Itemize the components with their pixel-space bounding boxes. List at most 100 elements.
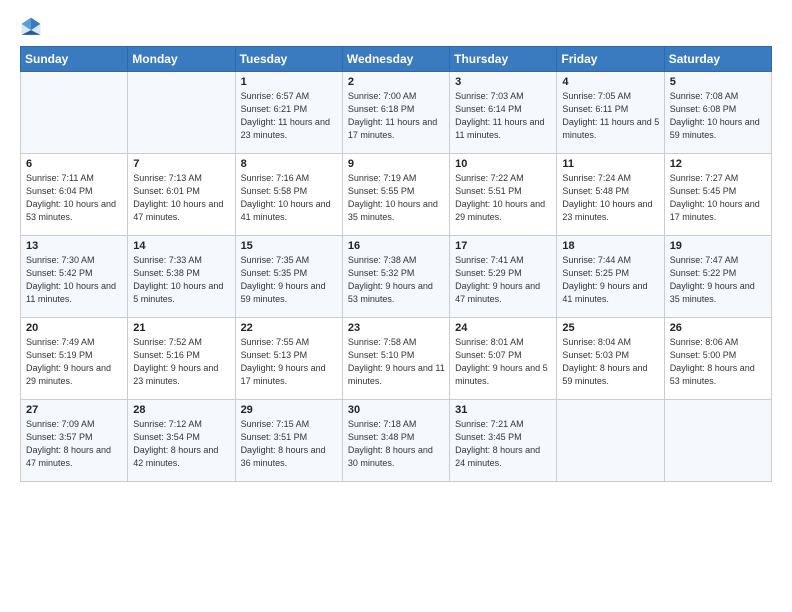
day-info: Sunrise: 7:11 AMSunset: 6:04 PMDaylight:… (26, 172, 123, 224)
day-info: Sunrise: 7:03 AMSunset: 6:14 PMDaylight:… (455, 90, 552, 142)
calendar-cell: 26Sunrise: 8:06 AMSunset: 5:00 PMDayligh… (664, 318, 771, 400)
day-number: 20 (26, 322, 123, 334)
calendar-header: SundayMondayTuesdayWednesdayThursdayFrid… (21, 47, 772, 72)
day-info: Sunrise: 7:13 AMSunset: 6:01 PMDaylight:… (133, 172, 230, 224)
calendar-cell: 25 Sunrise: 8:04 AMSunset: 5:03 PMDayligh… (557, 318, 664, 400)
day-number: 8 (241, 158, 338, 170)
calendar-cell: 24 Sunrise: 8:01 AMSunset: 5:07 PMDayligh… (450, 318, 557, 400)
day-info: Sunrise: 7:09 AMSunset: 3:57 PMDaylight:… (26, 418, 123, 470)
day-number: 25 (562, 322, 659, 334)
week-row-1: 1 Sunrise: 6:57 AMSunset: 6:21 PMDaylight… (21, 72, 772, 154)
calendar-cell: 4 Sunrise: 7:05 AMSunset: 6:11 PMDaylight… (557, 72, 664, 154)
day-number: 28 (133, 404, 230, 416)
day-info: Sunrise: 7:47 AMSunset: 5:22 PMDaylight:… (670, 254, 767, 306)
day-info: Sunrise: 8:04 AMSunset: 5:03 PMDaylight:… (562, 336, 659, 388)
day-number: 3 (455, 76, 552, 88)
day-number: 1 (241, 76, 338, 88)
week-row-4: 20 Sunrise: 7:49 AMSunset: 5:19 PMDayligh… (21, 318, 772, 400)
day-info: Sunrise: 7:05 AMSunset: 6:11 PMDaylight:… (562, 90, 659, 142)
day-number: 23 (348, 322, 445, 334)
day-number: 15 (241, 240, 338, 252)
calendar-cell: 7 Sunrise: 7:13 AMSunset: 6:01 PMDaylight… (128, 154, 235, 236)
calendar-cell: 31Sunrise: 7:21 AMSunset: 3:45 PMDayligh… (450, 400, 557, 482)
day-info: Sunrise: 7:19 AMSunset: 5:55 PMDaylight:… (348, 172, 445, 224)
day-number: 29 (241, 404, 338, 416)
calendar-cell: 2Sunrise: 7:00 AMSunset: 6:18 PMDaylight… (342, 72, 449, 154)
calendar-cell (21, 72, 128, 154)
day-number: 10 (455, 158, 552, 170)
day-number: 13 (26, 240, 123, 252)
day-number: 7 (133, 158, 230, 170)
week-row-5: 27 Sunrise: 7:09 AMSunset: 3:57 PMDayligh… (21, 400, 772, 482)
day-info: Sunrise: 7:41 AMSunset: 5:29 PMDaylight:… (455, 254, 552, 306)
day-info: Sunrise: 7:08 AMSunset: 6:08 PMDaylight:… (670, 90, 767, 142)
calendar-cell: 6 Sunrise: 7:11 AMSunset: 6:04 PMDaylight… (21, 154, 128, 236)
calendar-cell: 20 Sunrise: 7:49 AMSunset: 5:19 PMDayligh… (21, 318, 128, 400)
weekday-header-tuesday: Tuesday (235, 47, 342, 72)
day-number: 14 (133, 240, 230, 252)
day-info: Sunrise: 7:27 AMSunset: 5:45 PMDaylight:… (670, 172, 767, 224)
calendar-cell: 14Sunrise: 7:33 AMSunset: 5:38 PMDayligh… (128, 236, 235, 318)
calendar-cell: 3 Sunrise: 7:03 AMSunset: 6:14 PMDaylight… (450, 72, 557, 154)
day-number: 27 (26, 404, 123, 416)
day-info: Sunrise: 7:21 AMSunset: 3:45 PMDaylight:… (455, 418, 552, 470)
calendar-cell: 16Sunrise: 7:38 AMSunset: 5:32 PMDayligh… (342, 236, 449, 318)
day-number: 18 (562, 240, 659, 252)
day-number: 24 (455, 322, 552, 334)
weekday-header-row: SundayMondayTuesdayWednesdayThursdayFrid… (21, 47, 772, 72)
day-info: Sunrise: 7:24 AMSunset: 5:48 PMDaylight:… (562, 172, 659, 224)
day-number: 11 (562, 158, 659, 170)
calendar-cell: 15 Sunrise: 7:35 AMSunset: 5:35 PMDayligh… (235, 236, 342, 318)
day-number: 4 (562, 76, 659, 88)
day-number: 22 (241, 322, 338, 334)
day-info: Sunrise: 7:22 AMSunset: 5:51 PMDaylight:… (455, 172, 552, 224)
calendar-cell: 10 Sunrise: 7:22 AMSunset: 5:51 PMDayligh… (450, 154, 557, 236)
calendar-cell: 21 Sunrise: 7:52 AMSunset: 5:16 PMDayligh… (128, 318, 235, 400)
day-info: Sunrise: 7:16 AMSunset: 5:58 PMDaylight:… (241, 172, 338, 224)
calendar-cell: 27 Sunrise: 7:09 AMSunset: 3:57 PMDayligh… (21, 400, 128, 482)
weekday-header-sunday: Sunday (21, 47, 128, 72)
day-info: Sunrise: 7:58 AMSunset: 5:10 PMDaylight:… (348, 336, 445, 388)
calendar-cell: 30 Sunrise: 7:18 AMSunset: 3:48 PMDayligh… (342, 400, 449, 482)
week-row-3: 13Sunrise: 7:30 AMSunset: 5:42 PMDayligh… (21, 236, 772, 318)
day-number: 5 (670, 76, 767, 88)
weekday-header-wednesday: Wednesday (342, 47, 449, 72)
day-number: 9 (348, 158, 445, 170)
day-number: 16 (348, 240, 445, 252)
day-info: Sunrise: 6:57 AMSunset: 6:21 PMDaylight:… (241, 90, 338, 142)
day-info: Sunrise: 7:52 AMSunset: 5:16 PMDaylight:… (133, 336, 230, 388)
calendar-cell: 8 Sunrise: 7:16 AMSunset: 5:58 PMDaylight… (235, 154, 342, 236)
day-info: Sunrise: 7:35 AMSunset: 5:35 PMDaylight:… (241, 254, 338, 306)
day-number: 17 (455, 240, 552, 252)
calendar-cell: 22Sunrise: 7:55 AMSunset: 5:13 PMDayligh… (235, 318, 342, 400)
calendar-cell: 18 Sunrise: 7:44 AMSunset: 5:25 PMDayligh… (557, 236, 664, 318)
day-number: 6 (26, 158, 123, 170)
calendar-cell (664, 400, 771, 482)
calendar-table: SundayMondayTuesdayWednesdayThursdayFrid… (20, 46, 772, 482)
page: SundayMondayTuesdayWednesdayThursdayFrid… (0, 0, 792, 612)
weekday-header-saturday: Saturday (664, 47, 771, 72)
header (20, 16, 772, 38)
calendar-cell: 13Sunrise: 7:30 AMSunset: 5:42 PMDayligh… (21, 236, 128, 318)
logo (20, 16, 46, 38)
day-info: Sunrise: 7:44 AMSunset: 5:25 PMDaylight:… (562, 254, 659, 306)
day-number: 30 (348, 404, 445, 416)
calendar-cell: 12Sunrise: 7:27 AMSunset: 5:45 PMDayligh… (664, 154, 771, 236)
week-row-2: 6 Sunrise: 7:11 AMSunset: 6:04 PMDaylight… (21, 154, 772, 236)
day-info: Sunrise: 7:18 AMSunset: 3:48 PMDaylight:… (348, 418, 445, 470)
calendar-cell (128, 72, 235, 154)
day-info: Sunrise: 7:12 AMSunset: 3:54 PMDaylight:… (133, 418, 230, 470)
day-info: Sunrise: 7:49 AMSunset: 5:19 PMDaylight:… (26, 336, 123, 388)
calendar-cell (557, 400, 664, 482)
calendar-body: 1 Sunrise: 6:57 AMSunset: 6:21 PMDaylight… (21, 72, 772, 482)
weekday-header-thursday: Thursday (450, 47, 557, 72)
day-info: Sunrise: 8:01 AMSunset: 5:07 PMDaylight:… (455, 336, 552, 388)
weekday-header-friday: Friday (557, 47, 664, 72)
calendar-cell: 9 Sunrise: 7:19 AMSunset: 5:55 PMDaylight… (342, 154, 449, 236)
day-number: 21 (133, 322, 230, 334)
calendar-cell: 17 Sunrise: 7:41 AMSunset: 5:29 PMDayligh… (450, 236, 557, 318)
weekday-header-monday: Monday (128, 47, 235, 72)
day-info: Sunrise: 7:15 AMSunset: 3:51 PMDaylight:… (241, 418, 338, 470)
day-number: 19 (670, 240, 767, 252)
calendar-cell: 19 Sunrise: 7:47 AMSunset: 5:22 PMDayligh… (664, 236, 771, 318)
